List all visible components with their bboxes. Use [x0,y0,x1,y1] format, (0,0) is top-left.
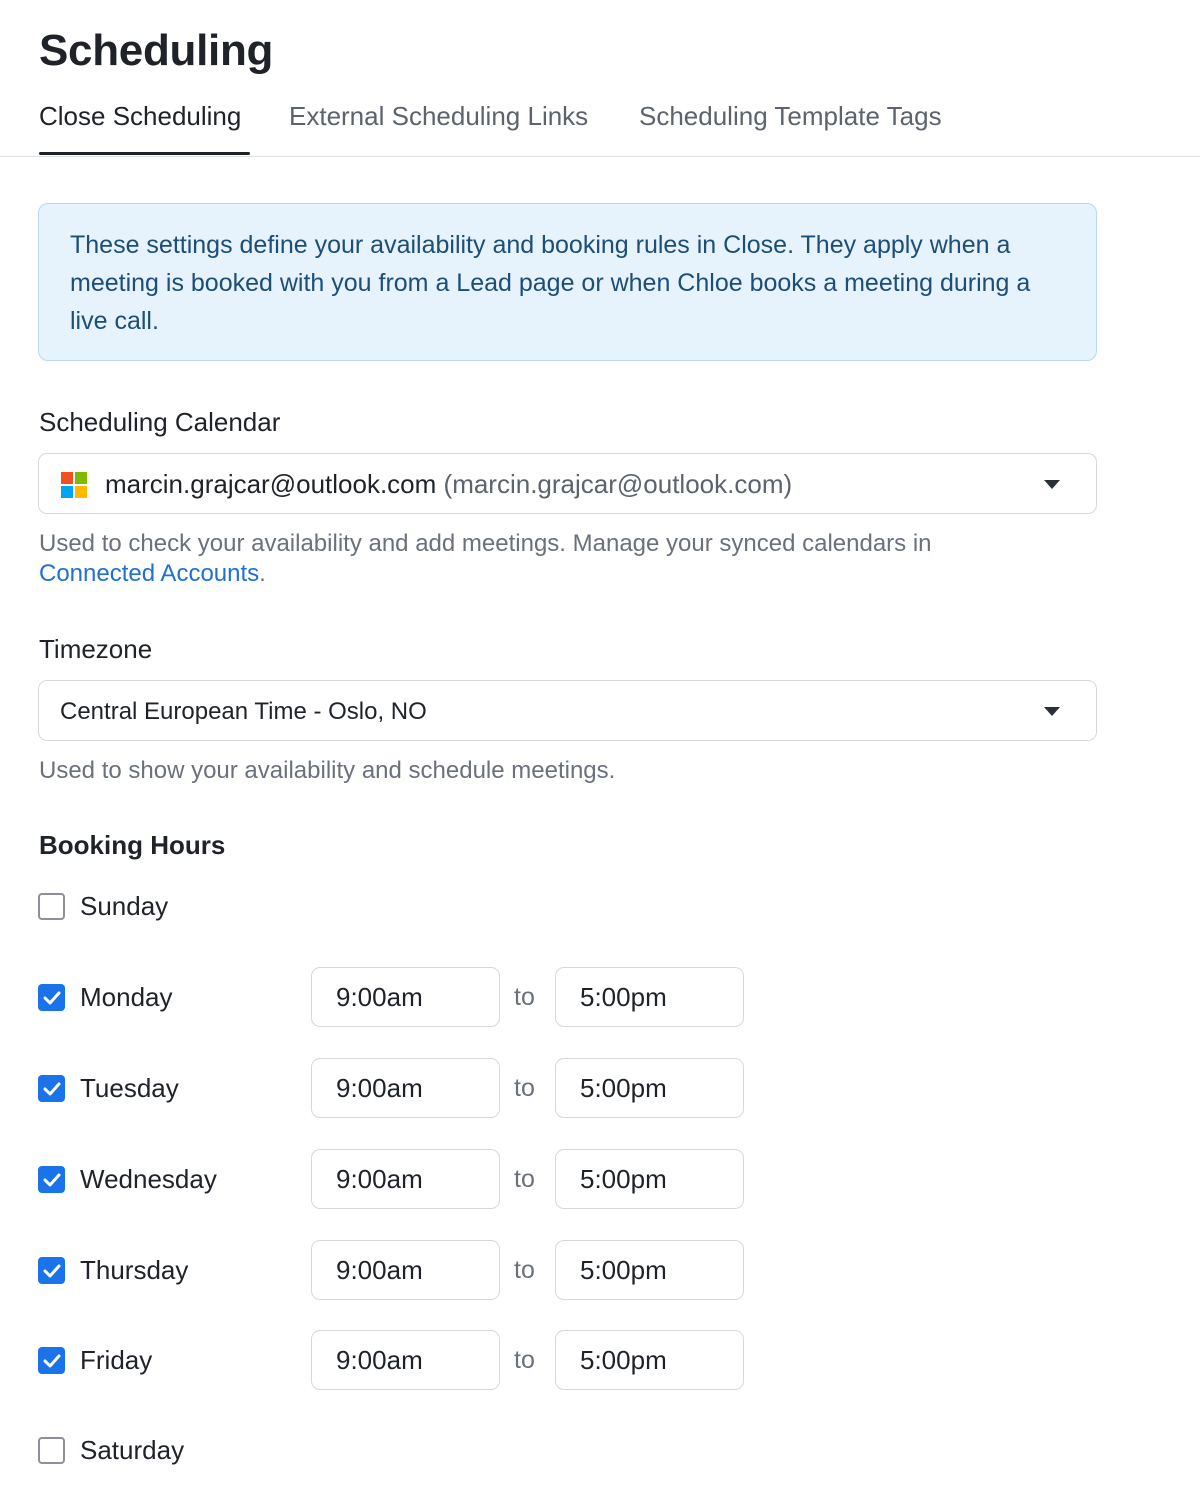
day-row-friday: Friday to [38,1330,758,1390]
day-row-tuesday: Tuesday to [38,1058,758,1118]
day-label: Wednesday [80,1164,217,1194]
day-label: Tuesday [80,1073,179,1103]
monday-start-time-input[interactable] [311,967,500,1027]
microsoft-icon [61,472,87,498]
calendar-help-text: Used to check your availability and add … [39,529,932,589]
checkmark-icon [43,991,61,1005]
day-label: Thursday [80,1255,189,1285]
chevron-down-icon [1044,707,1060,716]
day-row-wednesday: Wednesday to [38,1149,758,1209]
day-row-monday: Monday to [38,967,758,1027]
calendar-selected-value: marcin.grajcar@outlook.com (marcin.grajc… [105,469,792,500]
info-banner-text: These settings define your availability … [70,231,1031,335]
calendar-help-body: Used to check your availability and add … [39,530,932,557]
tuesday-checkbox[interactable] [38,1075,65,1102]
day-label: Sunday [80,891,169,921]
wednesday-start-time-input[interactable] [311,1149,500,1209]
to-separator: to [514,1074,535,1102]
tab-scheduling-template-tags[interactable]: Scheduling Template Tags [639,101,942,132]
wednesday-end-time-input[interactable] [555,1149,744,1209]
scheduling-calendar-select[interactable]: marcin.grajcar@outlook.com (marcin.grajc… [38,453,1097,514]
calendar-help-suffix: . [259,560,266,587]
timezone-select[interactable]: Central European Time - Oslo, NO [38,680,1097,741]
day-row-thursday: Thursday to [38,1240,758,1300]
calendar-account-name: marcin.grajcar@outlook.com [105,469,437,499]
day-label: Saturday [80,1435,185,1465]
info-banner: These settings define your availability … [38,203,1097,361]
timezone-selected-value: Central European Time - Oslo, NO [60,698,427,725]
day-label: Friday [80,1345,153,1375]
booking-hours-label: Booking Hours [39,830,226,860]
to-separator: to [514,1346,535,1374]
wednesday-checkbox[interactable] [38,1166,65,1193]
monday-end-time-input[interactable] [555,967,744,1027]
friday-end-time-input[interactable] [555,1330,744,1390]
saturday-checkbox[interactable] [38,1437,65,1464]
scheduling-calendar-label: Scheduling Calendar [39,407,281,437]
thursday-start-time-input[interactable] [311,1240,500,1300]
checkmark-icon [43,1173,61,1187]
monday-checkbox[interactable] [38,984,65,1011]
calendar-account-detail: (marcin.grajcar@outlook.com) [443,469,793,499]
timezone-label: Timezone [39,634,153,664]
sunday-checkbox[interactable] [38,893,65,920]
to-separator: to [514,1256,535,1284]
tab-external-scheduling-links[interactable]: External Scheduling Links [289,101,588,132]
thursday-checkbox[interactable] [38,1257,65,1284]
tuesday-start-time-input[interactable] [311,1058,500,1118]
checkmark-icon [43,1354,61,1368]
friday-start-time-input[interactable] [311,1330,500,1390]
connected-accounts-link[interactable]: Connected Accounts [39,560,259,587]
to-separator: to [514,983,535,1011]
tab-close-scheduling[interactable]: Close Scheduling [39,101,241,132]
checkmark-icon [43,1264,61,1278]
day-label: Monday [80,982,173,1012]
day-row-saturday: Saturday [38,1420,758,1480]
to-separator: to [514,1165,535,1193]
tab-bar: Close Scheduling External Scheduling Lin… [0,98,1200,157]
timezone-help-text: Used to show your availability and sched… [39,757,616,784]
page-title: Scheduling [39,26,274,75]
thursday-end-time-input[interactable] [555,1240,744,1300]
chevron-down-icon [1044,480,1060,489]
tuesday-end-time-input[interactable] [555,1058,744,1118]
active-tab-indicator [39,152,250,155]
checkmark-icon [43,1082,61,1096]
day-row-sunday: Sunday [38,876,758,936]
friday-checkbox[interactable] [38,1347,65,1374]
